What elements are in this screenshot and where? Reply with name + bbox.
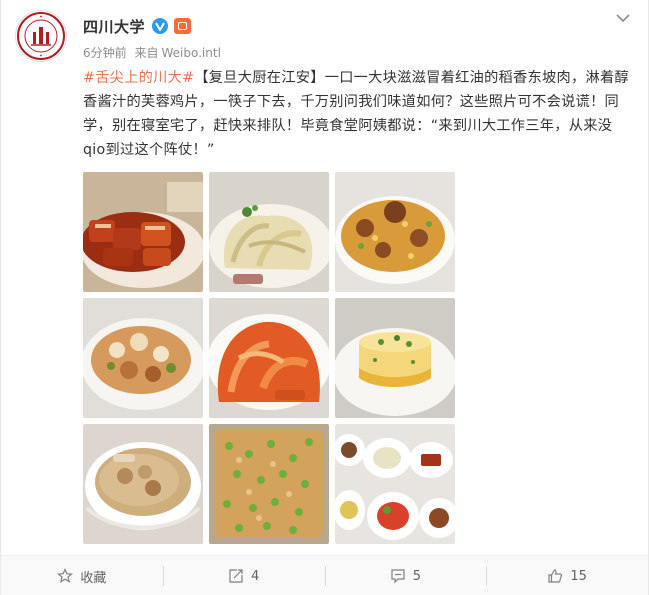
star-icon (57, 568, 74, 583)
repost-icon (229, 569, 243, 583)
image-grid (83, 172, 455, 544)
favorite-button[interactable]: 收藏 (1, 556, 163, 595)
photo-stir-fry[interactable] (83, 298, 203, 418)
comment-count: 5 (412, 568, 422, 584)
post-time[interactable]: 6分钟前 (83, 46, 127, 60)
post-text: #舌尖上的川大#【复旦大厨在江安】一口一大块滋滋冒着红油的稻香东坡肉，淋着醇香酱… (83, 66, 631, 162)
weibo-post-card: 四川大学 6分钟前 来自 Weibo.intl #舌尖上的川大#【复旦大厨在江安】… (0, 0, 649, 595)
post-source[interactable]: Weibo.intl (161, 46, 220, 60)
photo-egg-pudding[interactable] (335, 298, 455, 418)
user-line: 四川大学 (83, 14, 192, 38)
photo-dish-spread[interactable] (335, 424, 455, 544)
photo-soup[interactable] (83, 424, 203, 544)
comment-button[interactable]: 5 (324, 556, 487, 595)
photo-braised-pork[interactable] (83, 172, 203, 292)
like-count: 15 (570, 568, 587, 584)
university-seal-icon (17, 12, 65, 60)
comment-icon (391, 569, 405, 584)
source-prefix: 来自 (134, 46, 159, 60)
topic-link[interactable]: #舌尖上的川大# (83, 70, 194, 86)
post-meta: 6分钟前 来自 Weibo.intl (83, 44, 221, 61)
member-level-icon[interactable] (174, 18, 192, 34)
action-bar: 收藏 4 5 15 (1, 555, 648, 595)
verified-icon (152, 18, 169, 34)
thumbs-up-icon (548, 569, 563, 583)
repost-button[interactable]: 4 (162, 556, 325, 595)
user-name[interactable]: 四川大学 (83, 16, 145, 37)
chevron-down-icon[interactable] (616, 12, 630, 24)
photo-peas-rice[interactable] (209, 424, 329, 544)
photo-tomato-dish[interactable] (209, 298, 329, 418)
like-button[interactable]: 15 (486, 556, 648, 595)
photo-chicken-slices[interactable] (209, 172, 329, 292)
repost-count: 4 (250, 568, 260, 584)
photo-fried-rice[interactable] (335, 172, 455, 292)
avatar[interactable] (15, 10, 67, 62)
favorite-label: 收藏 (80, 570, 107, 586)
